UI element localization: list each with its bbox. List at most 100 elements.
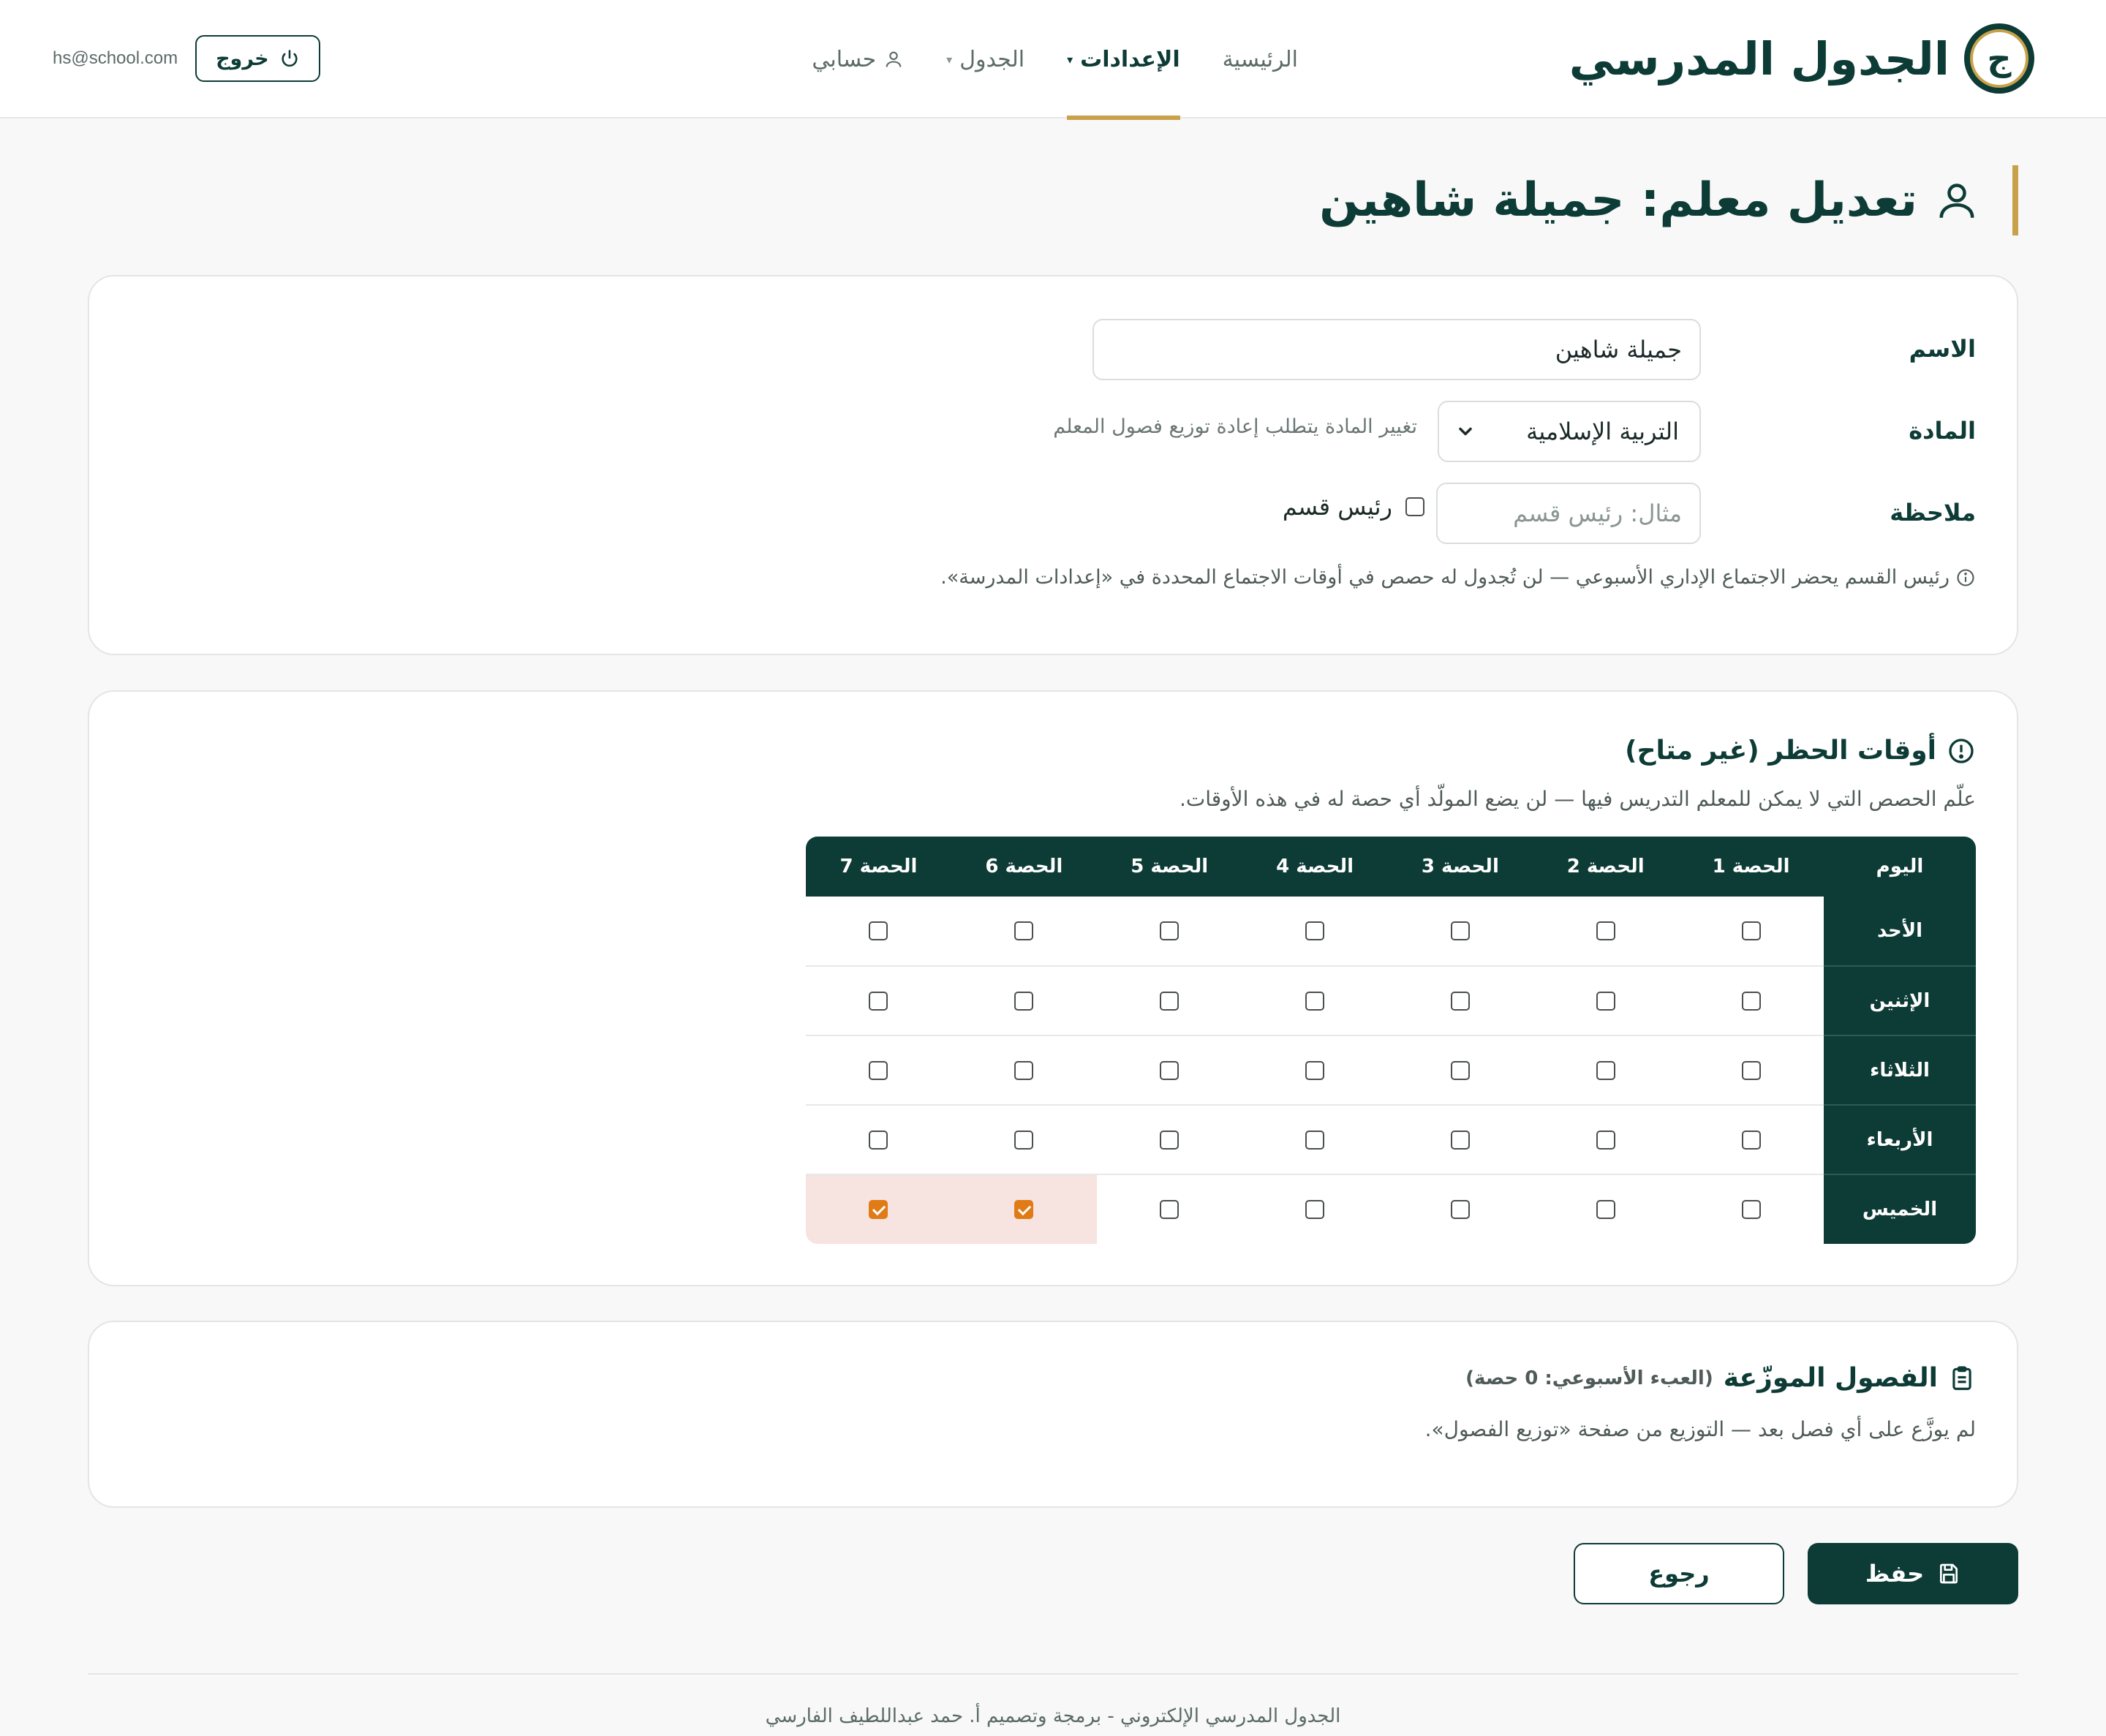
blocked-period-checkbox[interactable]: [1305, 1200, 1325, 1219]
brand-logo: ج: [1964, 23, 2034, 94]
blocked-period-checkbox[interactable]: [1014, 1130, 1034, 1150]
blocked-period-checkbox[interactable]: [1596, 921, 1615, 940]
blocked-period-checkbox[interactable]: [1014, 1200, 1034, 1219]
clipboard-icon: [1952, 1365, 1971, 1390]
period-cell: [1387, 1035, 1533, 1105]
subject-select[interactable]: التربية الإسلامية: [1438, 401, 1701, 462]
save-button[interactable]: حفظ: [1808, 1543, 2018, 1604]
blocked-period-checkbox[interactable]: [1305, 1060, 1325, 1080]
period-header: الحصة 2: [1533, 837, 1679, 897]
blocked-period-checkbox[interactable]: [1014, 921, 1034, 940]
blocked-period-checkbox[interactable]: [1160, 991, 1180, 1011]
page-title: تعديل معلم: جميلة شاهين: [1319, 173, 1917, 227]
assigned-classes-title-text: الفصول الموزّعة: [1723, 1363, 1938, 1393]
blocked-period-checkbox[interactable]: [1596, 1130, 1615, 1150]
nav-item-home[interactable]: الرئيسية: [1223, 0, 1298, 118]
blocked-period-checkbox[interactable]: [1305, 991, 1325, 1011]
period-cell: [1533, 1035, 1679, 1105]
nav-item-settings[interactable]: الإعدادات ▾: [1067, 0, 1180, 120]
brand-title: الجدول المدرسي: [1569, 31, 1950, 86]
period-cell: [1096, 897, 1242, 966]
footer-credit: الجدول المدرسي الإلكتروني - برمجة وتصميم…: [765, 1705, 1341, 1727]
blocked-times-card: أوقات الحظر (غير متاح) علّم الحصص التي ل…: [88, 690, 2018, 1286]
nav-item-label: الإعدادات: [1080, 46, 1180, 72]
period-cell: [1242, 1174, 1388, 1244]
day-name-cell: الأربعاء: [1824, 1104, 1976, 1174]
info-text: رئيس القسم يحضر الاجتماع الإداري الأسبوع…: [940, 566, 1950, 589]
blocked-period-checkbox[interactable]: [1305, 921, 1325, 940]
blocked-times-description: علّم الحصص التي لا يمكن للمعلم التدريس ف…: [1179, 787, 1976, 811]
blocked-period-checkbox[interactable]: [1450, 1060, 1470, 1080]
nav-item-account[interactable]: حسابي: [812, 0, 904, 118]
blocked-period-checkbox[interactable]: [1160, 921, 1180, 940]
note-input[interactable]: مثال: رئيس قسم: [1436, 483, 1701, 544]
logout-button[interactable]: خروج: [195, 35, 320, 82]
period-cell: [1678, 897, 1824, 966]
blocked-period-checkbox[interactable]: [1741, 1130, 1761, 1150]
blocked-period-checkbox[interactable]: [1160, 1200, 1180, 1219]
period-cell: [806, 1104, 951, 1174]
blocked-period-checkbox[interactable]: [1450, 991, 1470, 1011]
blocked-period-checkbox[interactable]: [1450, 1130, 1470, 1150]
blocked-period-checkbox[interactable]: [1450, 921, 1470, 940]
name-input[interactable]: جميلة شاهين: [1092, 319, 1701, 380]
day-header: اليوم: [1824, 837, 1976, 897]
user-icon: [886, 51, 902, 67]
period-cell: [1096, 1035, 1242, 1105]
blocked-period-checkbox[interactable]: [1741, 991, 1761, 1011]
blocked-period-checkbox[interactable]: [1741, 1060, 1761, 1080]
page-heading: تعديل معلم: جميلة شاهين: [1319, 165, 2018, 235]
blocked-period-checkbox[interactable]: [1596, 1200, 1615, 1219]
back-button[interactable]: رجوع: [1574, 1543, 1784, 1604]
day-name-cell: الإثنين: [1824, 965, 1976, 1035]
blocked-period-checkbox[interactable]: [869, 921, 888, 940]
period-header: الحصة 5: [1096, 837, 1242, 897]
blocked-period-checkbox[interactable]: [1014, 1060, 1034, 1080]
period-cell: [1387, 965, 1533, 1035]
save-label: حفظ: [1865, 1560, 1925, 1588]
period-cell: [1242, 1035, 1388, 1105]
blocked-period-checkbox[interactable]: [1741, 1200, 1761, 1219]
blocked-period-checkbox[interactable]: [1596, 1060, 1615, 1080]
blocked-period-checkbox[interactable]: [869, 1060, 888, 1080]
blocked-period-checkbox[interactable]: [1741, 921, 1761, 940]
period-cell: [1678, 1174, 1824, 1244]
blocked-times-title: أوقات الحظر (غير متاح): [1625, 736, 1976, 766]
blocked-period-checkbox[interactable]: [1014, 991, 1034, 1011]
blocked-period-checkbox[interactable]: [1596, 991, 1615, 1011]
name-label: الاسم: [1909, 335, 1976, 363]
head-of-department-label: رئيس قسم: [1282, 493, 1392, 521]
period-cell: [1096, 1174, 1242, 1244]
note-label: ملاحظة: [1890, 499, 1976, 527]
blocked-period-checkbox[interactable]: [1305, 1130, 1325, 1150]
weekly-load-note: (العبء الأسبوعي: 0 حصة): [1465, 1367, 1713, 1389]
period-cell: [951, 897, 1097, 966]
period-cell: [1533, 1174, 1679, 1244]
table-row: الأربعاء: [806, 1104, 1976, 1174]
info-icon: [1957, 568, 1974, 586]
period-cell: [951, 965, 1097, 1035]
period-header: الحصة 4: [1242, 837, 1388, 897]
blocked-period-checkbox[interactable]: [1160, 1130, 1180, 1150]
blocked-period-checkbox[interactable]: [869, 1130, 888, 1150]
table-row: الخميس: [806, 1174, 1976, 1244]
blocked-times-title-text: أوقات الحظر (غير متاح): [1625, 736, 1936, 766]
blocked-times-body: الأحد الإثنين الثلاثاء الأربعاء الخميس: [806, 897, 1976, 1244]
brand[interactable]: ج الجدول المدرسي: [1569, 22, 2034, 95]
period-cell: [1678, 1035, 1824, 1105]
assigned-classes-title: الفصول الموزّعة (العبء الأسبوعي: 0 حصة): [1465, 1363, 1976, 1393]
period-header: الحصة 1: [1678, 837, 1824, 897]
period-cell: [1242, 1104, 1388, 1174]
period-cell: [1678, 965, 1824, 1035]
blocked-period-checkbox[interactable]: [869, 991, 888, 1011]
caret-down-icon: ▾: [1067, 52, 1073, 67]
assigned-classes-empty-message: لم يوزَّع على أي فصل بعد — التوزيع من صف…: [1424, 1417, 1976, 1441]
head-of-department-checkbox[interactable]: [1405, 497, 1424, 516]
blocked-period-checkbox[interactable]: [869, 1200, 888, 1219]
blocked-period-checkbox[interactable]: [1450, 1200, 1470, 1219]
blocked-period-checkbox[interactable]: [1160, 1060, 1180, 1080]
period-cell: [1533, 897, 1679, 966]
nav-item-schedule[interactable]: الجدول ▾: [946, 0, 1024, 118]
period-cell: [1387, 1104, 1533, 1174]
table-row: الثلاثاء: [806, 1035, 1976, 1105]
